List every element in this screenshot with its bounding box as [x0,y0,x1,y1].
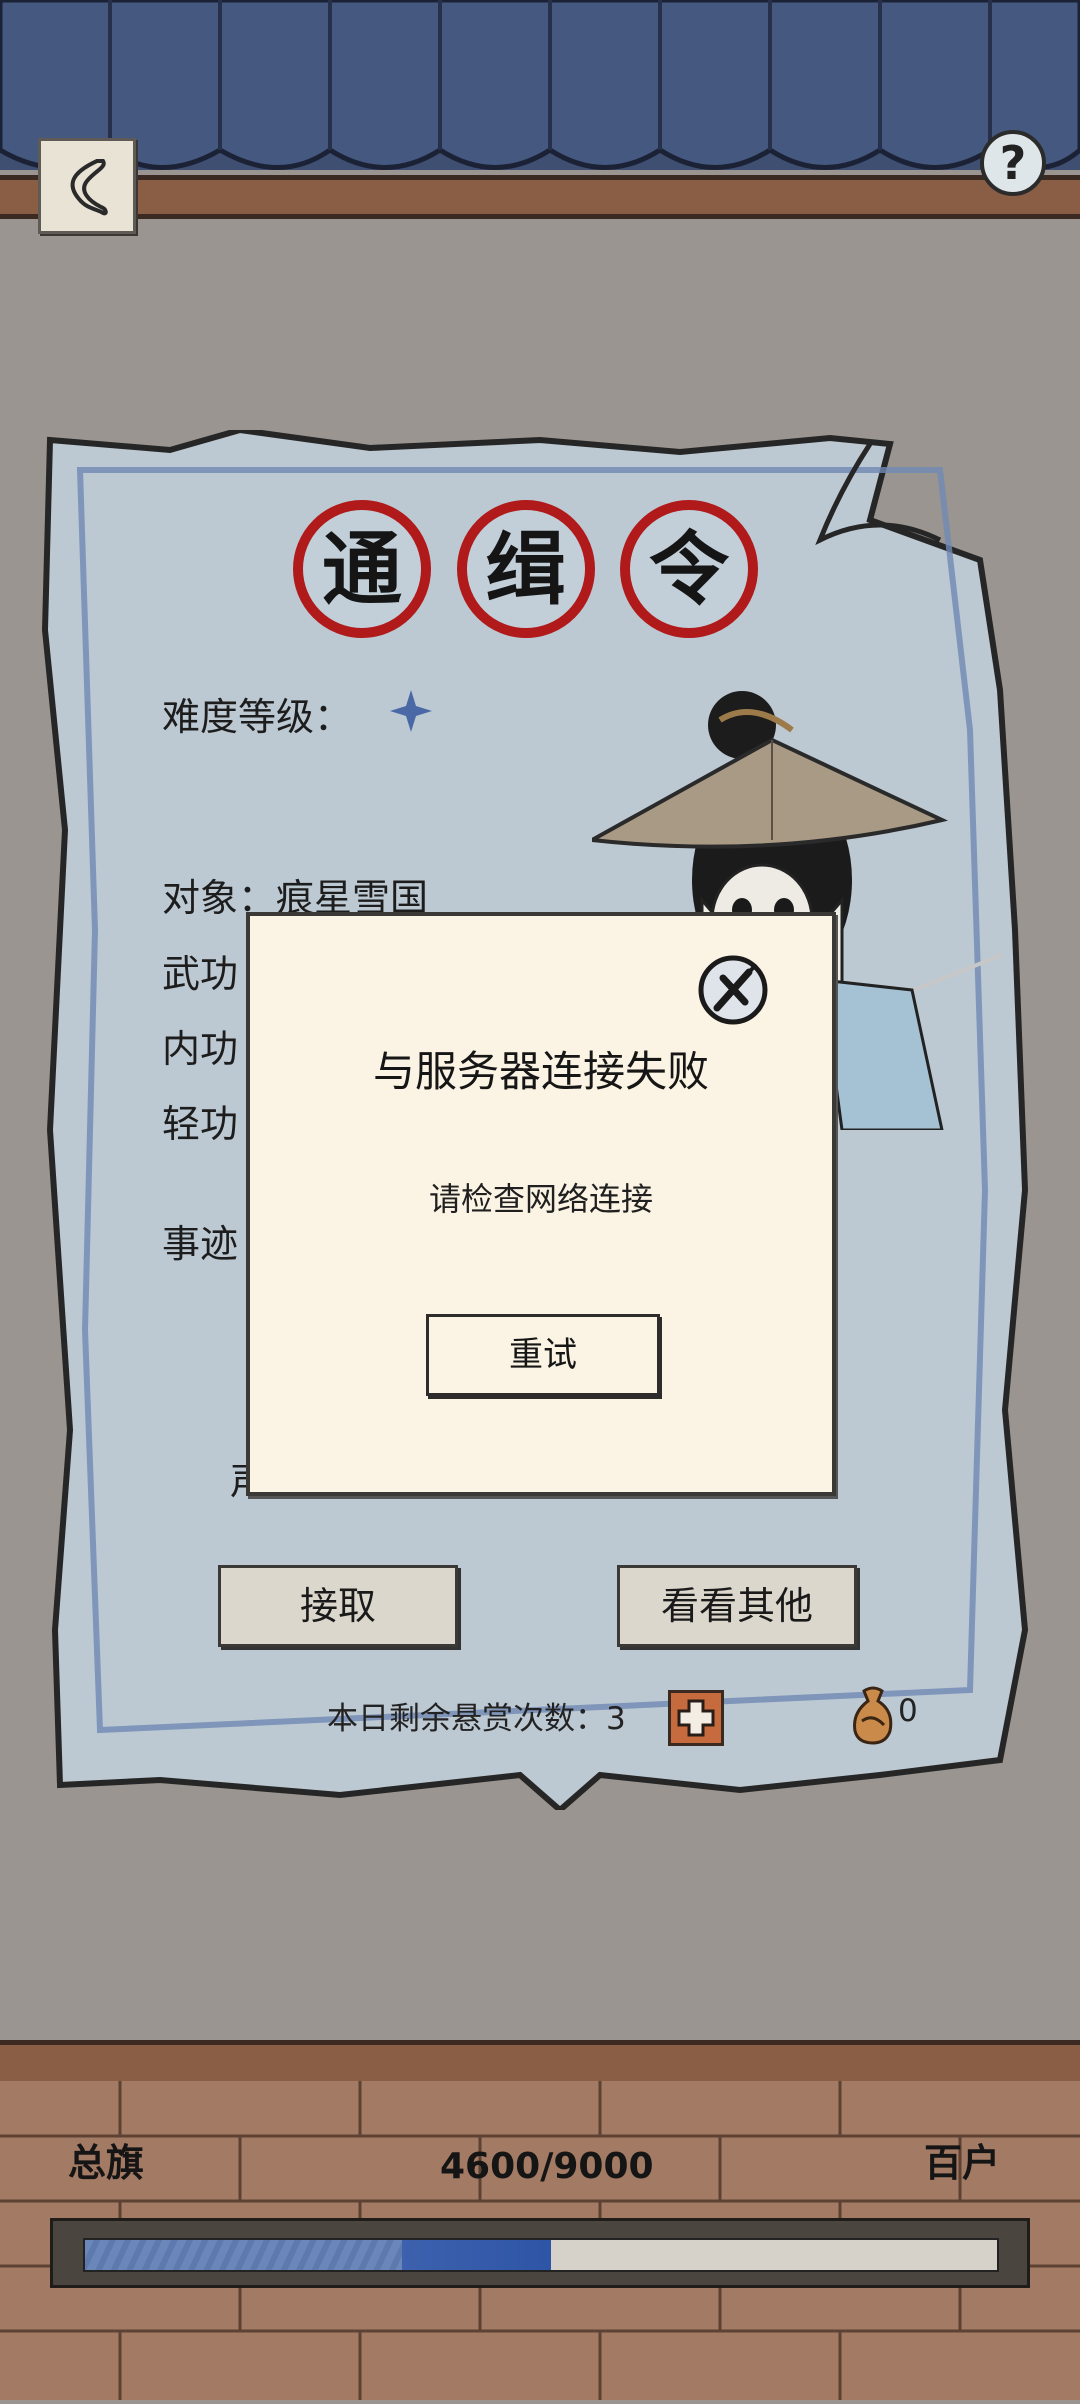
dialog-title: 与服务器连接失败 [372,1047,709,1096]
dialog-message: 请检查网络连接 [428,1180,653,1218]
close-button[interactable] [697,954,769,1026]
close-icon [698,955,768,1025]
retry-button[interactable]: 重试 [426,1314,660,1396]
modal-overlay: 与服务器连接失败 请检查网络连接 重试 [0,0,1080,2400]
connection-error-dialog: 与服务器连接失败 请检查网络连接 重试 [246,912,836,1496]
